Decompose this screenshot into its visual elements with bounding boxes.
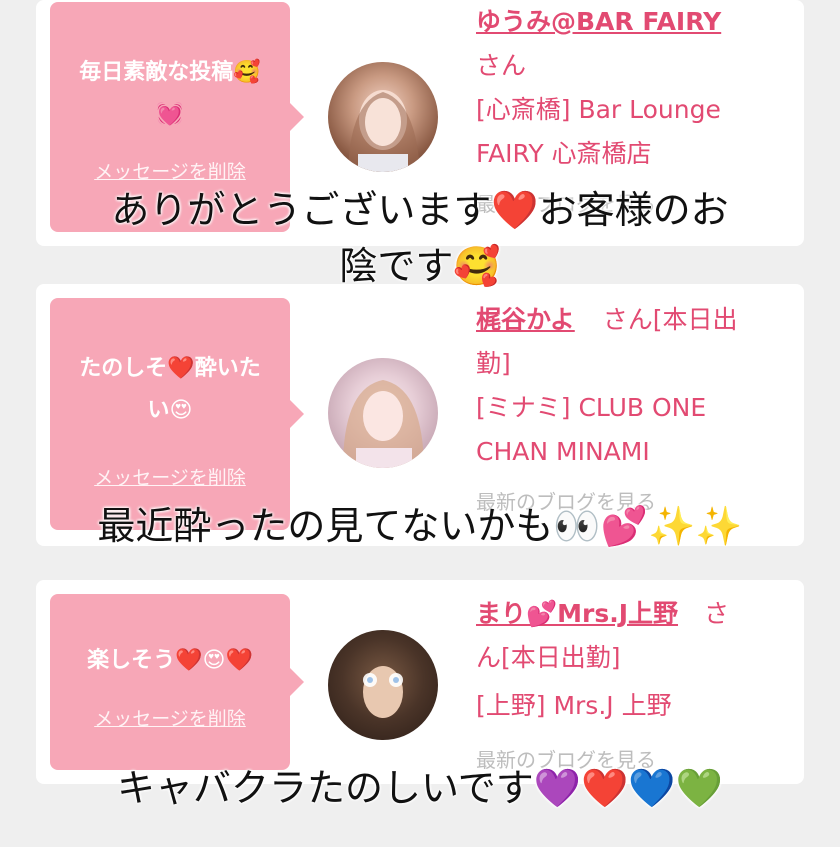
shop-name-line2: CHAN MINAMI [476, 437, 650, 466]
avatar-photo [363, 666, 403, 718]
avatar[interactable] [328, 62, 438, 172]
name-suffix: さん [476, 51, 527, 80]
message-text: 毎日素敵な投稿🥰 [79, 60, 261, 85]
shop-name: [上野] Mrs.J 上野 [476, 691, 672, 720]
shop-name-line2: FAIRY 心斎橋店 [476, 139, 652, 168]
message-card: 楽しそう❤️😍❤️ メッセージを削除 まり💕Mrs.J上野 さ ん[本日出勤] … [36, 580, 804, 784]
message-text: 楽しそう❤️😍❤️ [87, 648, 253, 673]
overlay-caption: ありがとうございます❤️お客様のお [111, 188, 729, 232]
overlay-caption-line2: 陰です🥰 [339, 244, 501, 288]
profile-name-link[interactable]: 梶谷かよ [476, 305, 575, 334]
name-row: まり💕Mrs.J上野 さ [476, 592, 786, 636]
avatar[interactable] [328, 358, 438, 468]
name-suffix: さ [703, 599, 729, 628]
name-row: 梶谷かよ さん[本日出 [476, 298, 786, 342]
avatar-photo [343, 380, 424, 468]
profile-name-link[interactable]: ゆうみ@BAR FAIRY [476, 0, 786, 44]
message-text: たのしそ❤️酔いた [79, 356, 261, 381]
message-bubble: たのしそ❤️酔いた い😍 メッセージを削除 [50, 298, 304, 530]
message-bubble: 楽しそう❤️😍❤️ メッセージを削除 [50, 594, 304, 770]
overlay-caption: 最近酔ったの見てないかも👀💕✨✨ [97, 504, 743, 548]
profile-info: まり💕Mrs.J上野 さ ん[本日出勤] [上野] Mrs.J 上野 最新のブロ… [476, 592, 786, 782]
avatar[interactable] [328, 630, 438, 740]
delete-message-link[interactable]: メッセージを削除 [50, 157, 290, 184]
shop-name: [心斎橋] Bar Lounge [476, 95, 721, 124]
message-text-line2: 💓 [156, 102, 184, 127]
name-suffix-line2: ん[本日出勤] [476, 643, 621, 672]
message-text-line2: い😍 [147, 398, 193, 423]
delete-message-link[interactable]: メッセージを削除 [50, 704, 290, 731]
delete-message-link[interactable]: メッセージを削除 [50, 463, 290, 490]
name-suffix-line2: 勤] [476, 349, 511, 378]
overlay-caption: キャバクラたのしいです💜❤️💙💚 [116, 766, 724, 810]
avatar-photo [348, 90, 420, 172]
profile-info: 梶谷かよ さん[本日出 勤] [ミナミ] CLUB ONE CHAN MINAM… [476, 298, 786, 524]
name-suffix: さん[本日出 [602, 305, 738, 334]
profile-name-link[interactable]: まり💕Mrs.J上野 [476, 599, 678, 628]
shop-name: [ミナミ] CLUB ONE [476, 393, 707, 422]
